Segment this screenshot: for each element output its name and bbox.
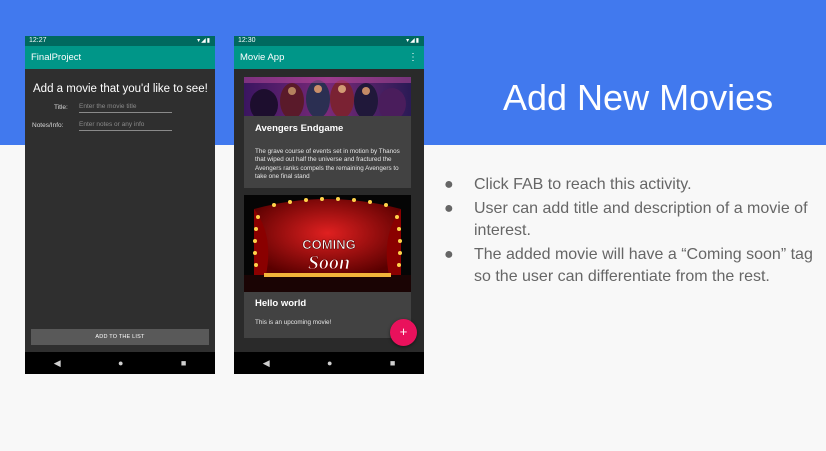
app-bar: Movie App ⋮ bbox=[234, 46, 424, 69]
back-icon[interactable]: ◀ bbox=[54, 358, 61, 369]
recents-icon[interactable]: ■ bbox=[390, 358, 395, 368]
title-label: Title: bbox=[54, 104, 68, 111]
home-icon[interactable]: ● bbox=[118, 358, 123, 368]
status-time: 12:30 bbox=[238, 37, 256, 44]
slide-title: Add New Movies bbox=[503, 77, 774, 118]
notes-label: Notes/Info: bbox=[32, 122, 64, 129]
poster-coming-text: COMING bbox=[302, 237, 355, 252]
status-time: 12:27 bbox=[29, 37, 47, 44]
status-icons: ▾◢▮ bbox=[406, 38, 420, 44]
title-input[interactable]: Enter the movie title bbox=[79, 102, 172, 113]
recents-icon[interactable]: ■ bbox=[181, 358, 186, 368]
bullet-list: ● Click FAB to reach this activity. ● User… bbox=[440, 174, 820, 290]
nav-bar: ◀ ● ■ bbox=[234, 352, 424, 374]
phone-screenshot-movie-list: 12:30 ▾◢▮ Movie App ⋮ Avengers Endgame T… bbox=[234, 36, 424, 374]
card-title: Avengers Endgame bbox=[255, 123, 344, 134]
status-bar: 12:30 ▾◢▮ bbox=[234, 36, 424, 46]
card-description: The grave course of events set in motion… bbox=[255, 148, 400, 181]
overflow-menu-icon[interactable]: ⋮ bbox=[408, 46, 418, 69]
poster-soon-text: Soon bbox=[308, 252, 350, 274]
status-icons: ▾◢▮ bbox=[197, 38, 211, 44]
back-icon[interactable]: ◀ bbox=[263, 358, 270, 369]
app-title: FinalProject bbox=[31, 52, 82, 63]
bullet-item: ● User can add title and description of a… bbox=[444, 199, 808, 240]
bullet-dot-icon: ● bbox=[444, 199, 454, 217]
app-title: Movie App bbox=[240, 52, 285, 63]
home-icon[interactable]: ● bbox=[327, 358, 332, 368]
avengers-poster-image bbox=[244, 77, 411, 116]
app-bar: FinalProject bbox=[25, 46, 215, 69]
status-bar: 12:27 ▾◢▮ bbox=[25, 36, 215, 46]
bullet-dot-icon: ● bbox=[444, 176, 454, 193]
add-movie-fab[interactable]: + bbox=[390, 319, 417, 346]
nav-bar: ◀ ● ■ bbox=[25, 352, 215, 374]
phone-screenshot-add-movie: 12:27 ▾◢▮ FinalProject Add a movie that … bbox=[25, 36, 215, 374]
movie-card[interactable]: Avengers Endgame The grave course of eve… bbox=[244, 77, 411, 188]
bullet-item: ● Click FAB to reach this activity. bbox=[440, 174, 820, 197]
bullet-item: ● The added movie will have a “Coming soo… bbox=[444, 245, 813, 286]
card-description: This is an upcoming movie! bbox=[255, 319, 332, 326]
add-movie-heading: Add a movie that you'd like to see! bbox=[33, 83, 208, 95]
bullet-dot-icon: ● bbox=[444, 245, 454, 263]
notes-input[interactable]: Enter notes or any info bbox=[79, 120, 172, 131]
card-title: Hello world bbox=[255, 298, 307, 309]
add-to-list-button[interactable]: ADD TO THE LIST bbox=[31, 329, 209, 345]
movie-card[interactable]: COMING Soon Hello world This is an upcom… bbox=[244, 195, 411, 338]
coming-soon-poster-image: COMING Soon bbox=[244, 195, 411, 292]
